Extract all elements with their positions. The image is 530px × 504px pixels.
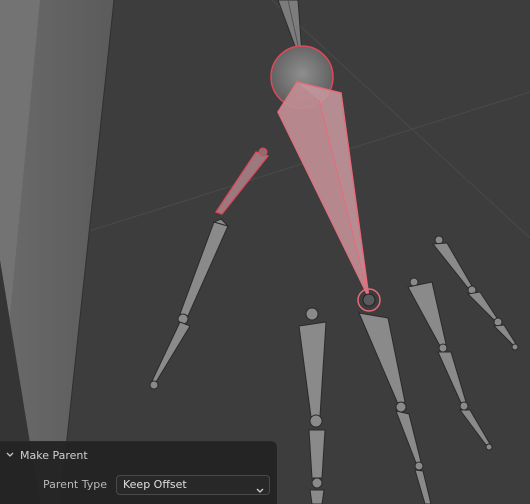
chevron-down-icon [256,482,264,493]
parent-type-row: Parent Type Keep Offset [0,475,277,495]
panel-header[interactable]: Make Parent [6,447,88,463]
viewport-canvas[interactable] [0,0,530,504]
make-parent-panel: Make Parent Parent Type Keep Offset [0,441,277,504]
chevron-down-icon[interactable] [6,451,14,459]
3d-viewport[interactable] [0,0,530,504]
parent-type-dropdown[interactable]: Keep Offset [116,475,270,495]
parent-type-value: Keep Offset [123,478,187,491]
panel-title: Make Parent [20,448,88,462]
parent-type-label: Parent Type [43,478,107,491]
